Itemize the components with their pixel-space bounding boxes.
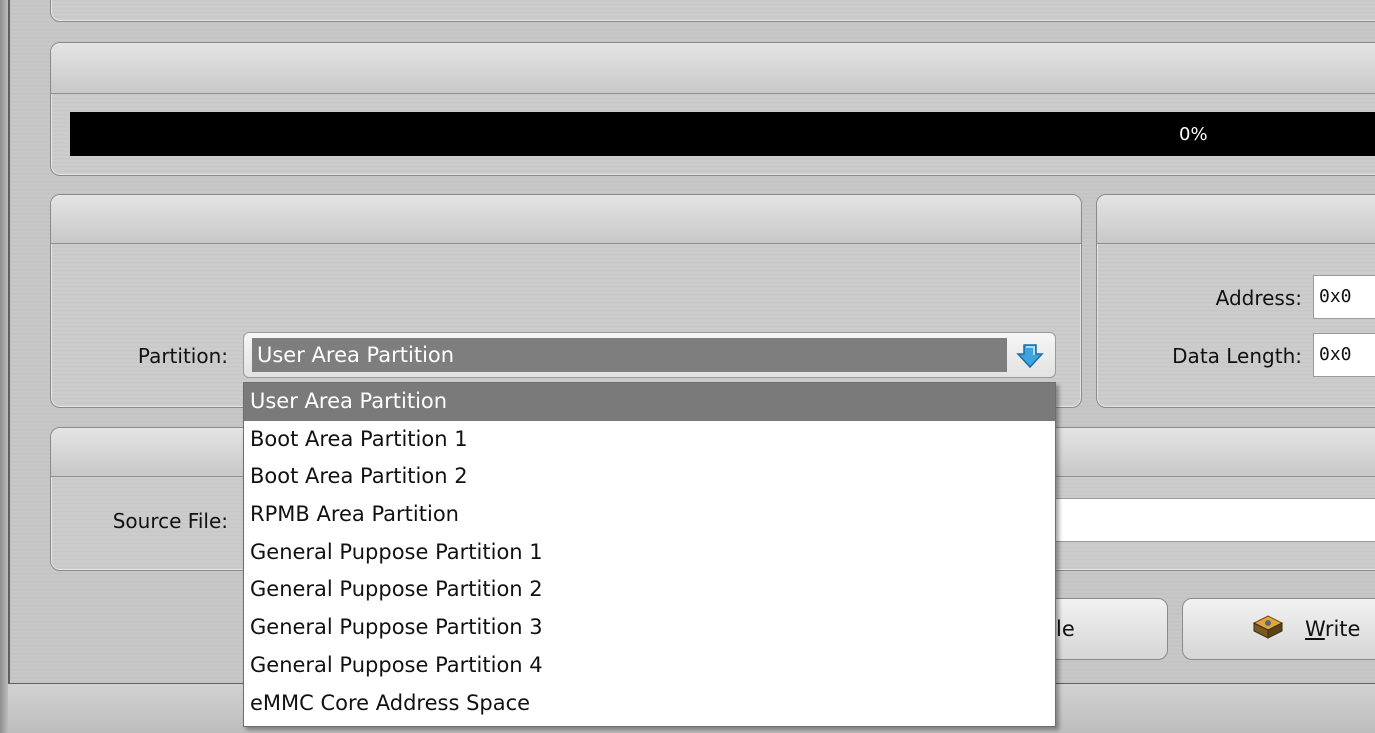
partition-option-user-area[interactable]: User Area Partition	[244, 383, 1055, 421]
data-length-label: Data Length:	[1172, 344, 1302, 368]
partition-option-general-1[interactable]: General Puppose Partition 1	[244, 534, 1055, 572]
data-length-input[interactable]: 0x0	[1313, 333, 1375, 377]
partition-option-general-4[interactable]: General Puppose Partition 4	[244, 647, 1055, 685]
partition-option-boot-area-2[interactable]: Boot Area Partition 2	[244, 458, 1055, 496]
write-button[interactable]: Write	[1182, 598, 1375, 660]
partition-label: Partition:	[137, 344, 228, 368]
source-file-label: Source File:	[112, 509, 228, 533]
partition-select[interactable]: User Area Partition	[243, 332, 1056, 378]
dropdown-arrow-icon[interactable]	[1016, 342, 1044, 370]
address-group-header	[1097, 195, 1375, 244]
partition-group-header	[51, 195, 1081, 244]
write-button-label: Write	[1305, 617, 1360, 641]
partition-option-emmc-core[interactable]: eMMC Core Address Space	[244, 685, 1055, 723]
write-button-label-rest: rite	[1324, 617, 1361, 641]
progress-group-header	[51, 43, 1375, 94]
partition-option-rpmb[interactable]: RPMB Area Partition	[244, 496, 1055, 534]
partition-dropdown-list[interactable]: User Area Partition Boot Area Partition …	[243, 382, 1056, 727]
address-input[interactable]: 0x0	[1313, 275, 1375, 319]
load-file-button-label: le	[1056, 617, 1075, 641]
write-button-mnemonic: W	[1305, 617, 1325, 641]
partition-selected-value: User Area Partition	[252, 338, 1007, 372]
address-label: Address:	[1215, 286, 1302, 310]
window-left-edge	[0, 0, 8, 733]
partition-option-general-2[interactable]: General Puppose Partition 2	[244, 571, 1055, 609]
partition-option-boot-area-1[interactable]: Boot Area Partition 1	[244, 421, 1055, 459]
progress-bar: 0%	[70, 112, 1375, 156]
partition-option-general-3[interactable]: General Puppose Partition 3	[244, 609, 1055, 647]
progress-percent: 0%	[1179, 124, 1208, 145]
chip-icon	[1252, 615, 1284, 639]
top-group-box	[50, 0, 1375, 22]
